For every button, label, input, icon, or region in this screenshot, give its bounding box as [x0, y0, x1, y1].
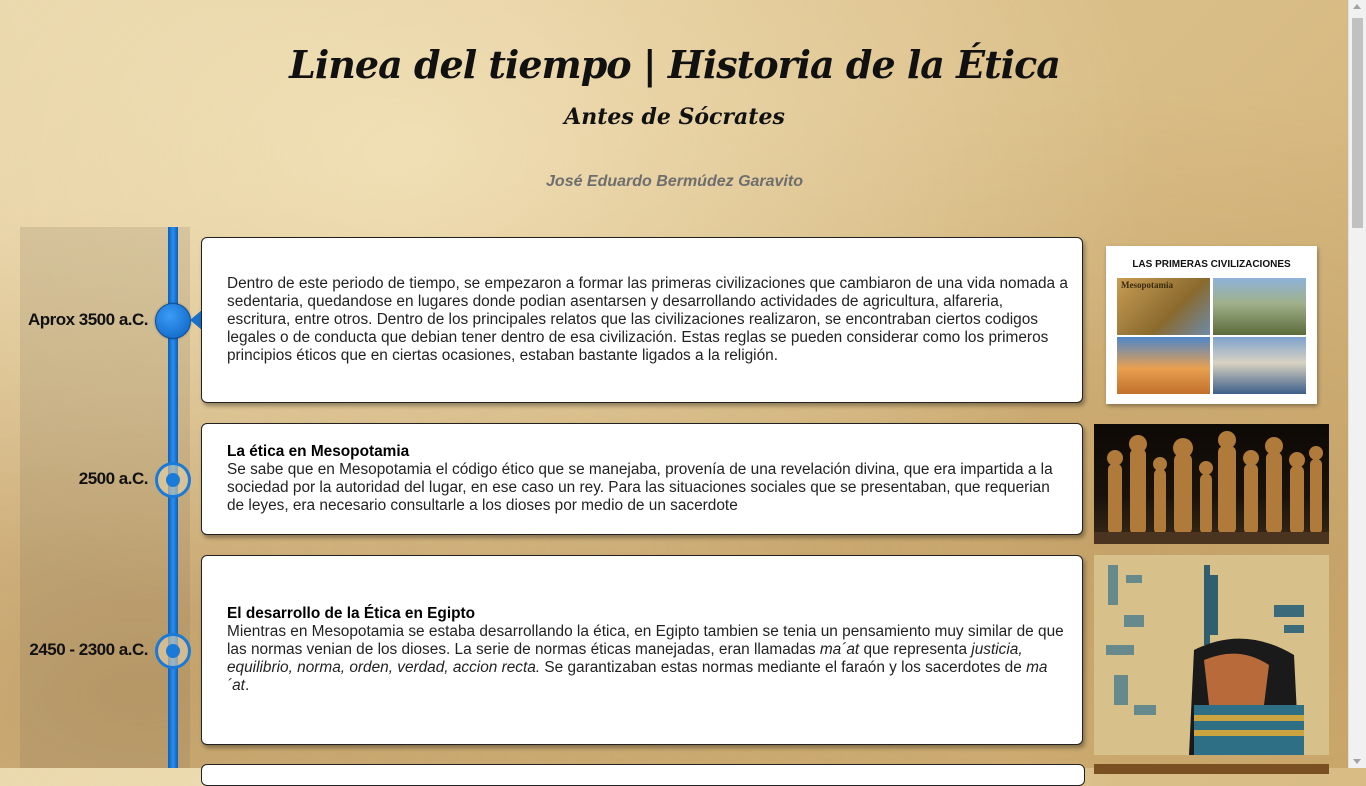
great-wall-image — [1213, 278, 1306, 335]
timeline-date: 2500 a.C. — [78, 469, 149, 488]
civilizations-image: LAS PRIMERAS CIVILIZACIONES Mesopotamia — [1106, 246, 1317, 404]
card-heading: El desarrollo de la Ética en Egipto — [227, 605, 476, 622]
card-heading: La ética en Mesopotamia — [227, 443, 410, 460]
next-image — [1094, 764, 1329, 774]
timeline-card: La ética en Mesopotamia Se sabe que en M… — [201, 423, 1083, 535]
statuettes-image — [1094, 424, 1329, 544]
card-text: Dentro de este periodo de tiempo, se emp… — [227, 275, 1068, 364]
timeline-marker-ring-icon[interactable] — [155, 633, 191, 669]
scrollbar-thumb[interactable] — [1352, 18, 1363, 228]
image-label: Mesopotamia — [1121, 280, 1173, 290]
scroll-down-icon[interactable] — [1353, 759, 1361, 764]
page-subtitle: Antes de Sócrates — [564, 104, 785, 130]
image-collage: Mesopotamia — [1117, 278, 1306, 394]
image-caption: LAS PRIMERAS CIVILIZACIONES — [1132, 259, 1291, 270]
mesopotamia-map-image: Mesopotamia — [1117, 278, 1210, 335]
timeline-card: El desarrollo de la Ética en Egipto Mien… — [201, 555, 1083, 745]
timeline-date: 2450 - 2300 a.C. — [29, 640, 148, 659]
page-title: Linea del tiempo | Historia de la Ética — [289, 42, 1061, 87]
taj-mahal-image — [1213, 337, 1306, 394]
vertical-scrollbar[interactable] — [1348, 0, 1366, 768]
card-text: Se sabe que en Mesopotamia el código éti… — [227, 461, 1053, 514]
timeline-date: Aprox 3500 a.C. — [27, 310, 149, 329]
timeline-marker-ring-icon[interactable] — [155, 462, 191, 498]
timeline-marker-filled-icon[interactable] — [155, 303, 191, 339]
pyramids-image — [1117, 337, 1210, 394]
author-name: José Eduardo Bermúdez Garavito — [546, 173, 803, 190]
card-text: Mientras en Mesopotamia se estaba desarr… — [227, 623, 1064, 694]
scroll-up-icon[interactable] — [1353, 4, 1361, 9]
timeline-card: Dentro de este periodo de tiempo, se emp… — [201, 237, 1083, 403]
timeline-card-next — [201, 764, 1085, 786]
egyptian-relief-image — [1094, 555, 1329, 755]
